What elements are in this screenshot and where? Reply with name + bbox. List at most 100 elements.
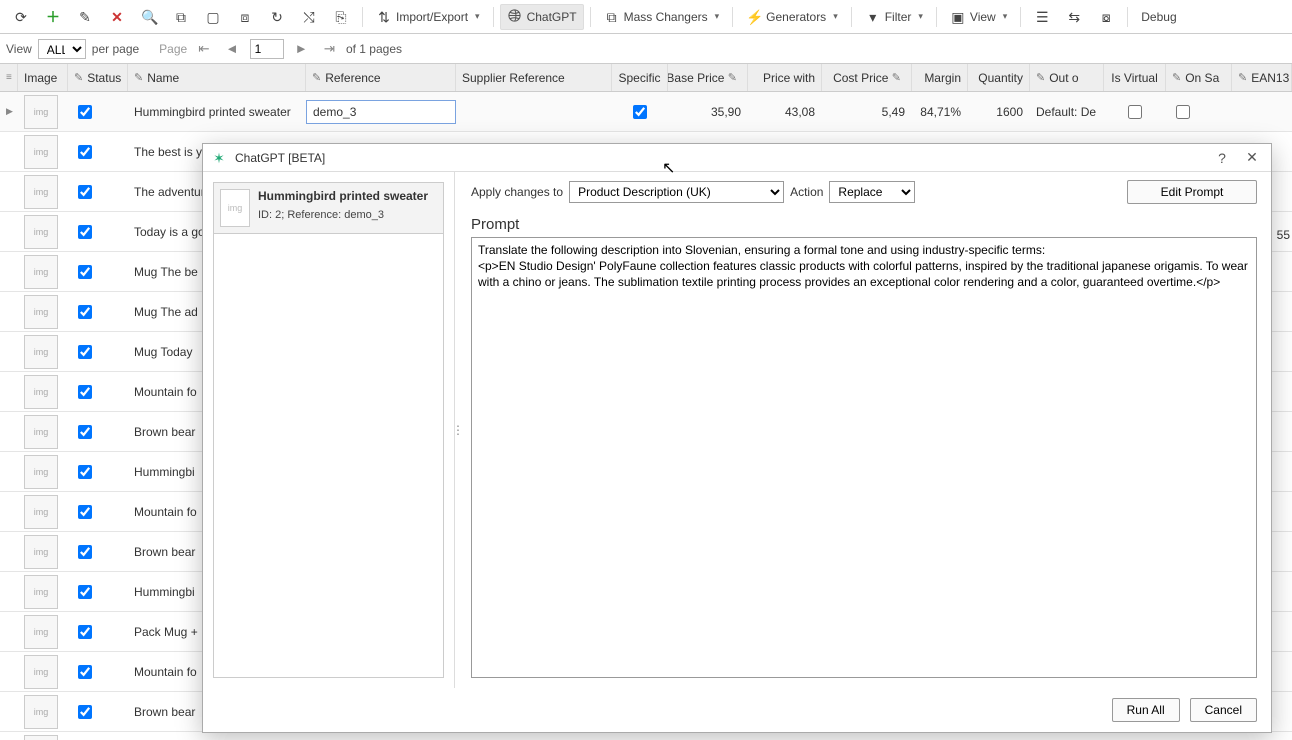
row-expand[interactable] xyxy=(0,172,18,211)
copy-button[interactable]: ⧉ xyxy=(166,4,196,30)
status-checkbox[interactable] xyxy=(78,385,92,399)
edit-prompt-button[interactable]: Edit Prompt xyxy=(1127,180,1257,204)
row-expand[interactable] xyxy=(0,132,18,171)
col-image[interactable]: Image xyxy=(18,64,68,91)
col-specific[interactable]: Specific xyxy=(612,64,668,91)
col-ean13[interactable]: ✎EAN13 xyxy=(1232,64,1292,91)
run-all-button[interactable]: Run All xyxy=(1112,698,1180,722)
row-expand[interactable] xyxy=(0,292,18,331)
row-expand[interactable] xyxy=(0,652,18,691)
row-expand[interactable] xyxy=(0,572,18,611)
cell-reference[interactable]: demo_3 xyxy=(306,100,456,124)
row-expand[interactable] xyxy=(0,532,18,571)
row-expand[interactable] xyxy=(0,332,18,371)
prompt-textarea[interactable] xyxy=(471,237,1257,678)
delete-button[interactable]: ✕ xyxy=(102,4,132,30)
status-checkbox[interactable] xyxy=(78,585,92,599)
mass-changers-menu[interactable]: ⧉ Mass Changers xyxy=(597,4,727,30)
layout1-button[interactable]: ☰ xyxy=(1027,4,1057,30)
status-checkbox[interactable] xyxy=(78,465,92,479)
cell-ean13[interactable] xyxy=(1232,92,1292,131)
layout2-button[interactable]: ⇆ xyxy=(1059,4,1089,30)
cell-supplier-reference[interactable] xyxy=(456,92,612,131)
page-size-select[interactable]: ALL xyxy=(38,39,86,59)
col-reference[interactable]: ✎Reference xyxy=(306,64,456,91)
action3-button[interactable]: ⎘ xyxy=(326,4,356,30)
cell-margin[interactable]: 84,71% xyxy=(912,92,968,131)
onsale-checkbox[interactable] xyxy=(1176,105,1190,119)
action1-button[interactable]: ↻ xyxy=(262,4,292,30)
row-expand[interactable]: ▶ xyxy=(0,92,18,131)
cell-image: img xyxy=(18,612,68,651)
status-checkbox[interactable] xyxy=(78,145,92,159)
cell-cost-price[interactable]: 5,49 xyxy=(822,92,912,131)
status-checkbox[interactable] xyxy=(78,105,92,119)
page-prev-button[interactable]: ◄ xyxy=(220,39,243,58)
status-checkbox[interactable] xyxy=(78,665,92,679)
modal-titlebar[interactable]: ✶ ChatGPT [BETA] ? ✕ xyxy=(203,144,1271,172)
layout3-button[interactable]: ⧇ xyxy=(1091,4,1121,30)
col-supplier-reference[interactable]: Supplier Reference xyxy=(456,64,612,91)
cell-out-of[interactable]: Default: De xyxy=(1030,92,1104,131)
filter-menu[interactable]: ▾ Filter xyxy=(858,4,930,30)
virtual-checkbox[interactable] xyxy=(1128,105,1142,119)
col-is-virtual[interactable]: Is Virtual xyxy=(1104,64,1166,91)
edit-button[interactable]: ✎ xyxy=(70,4,100,30)
status-checkbox[interactable] xyxy=(78,185,92,199)
col-out-of[interactable]: ✎Out o xyxy=(1030,64,1104,91)
page-last-button[interactable]: ⇥ xyxy=(319,39,340,59)
view-menu[interactable]: ▣ View xyxy=(943,4,1014,30)
col-name[interactable]: ✎Name xyxy=(128,64,306,91)
row-expand[interactable] xyxy=(0,412,18,451)
row-expand[interactable] xyxy=(0,452,18,491)
col-status[interactable]: ✎Status xyxy=(68,64,128,91)
action2-button[interactable]: ⤭ xyxy=(294,4,324,30)
row-expand[interactable] xyxy=(0,492,18,531)
col-expand[interactable]: ≡ xyxy=(0,64,18,91)
col-quantity[interactable]: Quantity xyxy=(968,64,1030,91)
col-base-price[interactable]: Base Price ✎ xyxy=(668,64,748,91)
status-checkbox[interactable] xyxy=(78,345,92,359)
cell-quantity[interactable]: 1600 xyxy=(968,92,1030,131)
debug-button[interactable]: Debug xyxy=(1134,4,1183,30)
col-margin[interactable]: Margin xyxy=(912,64,968,91)
import-export-menu[interactable]: ⇅ Import/Export xyxy=(369,4,487,30)
col-cost-price[interactable]: Cost Price ✎ xyxy=(822,64,912,91)
status-checkbox[interactable] xyxy=(78,705,92,719)
cell-base-price[interactable]: 35,90 xyxy=(668,92,748,131)
table-row[interactable]: ▶imgHummingbird printed sweaterdemo_335,… xyxy=(0,92,1292,132)
apply-changes-select[interactable]: Product Description (UK) xyxy=(569,181,784,203)
status-checkbox[interactable] xyxy=(78,425,92,439)
cell-price-with[interactable]: 43,08 xyxy=(748,92,822,131)
page-next-button[interactable]: ► xyxy=(290,39,313,58)
refresh-button[interactable]: ⟳ xyxy=(6,4,36,30)
generators-menu[interactable]: ⚡ Generators xyxy=(739,4,845,30)
row-expand[interactable] xyxy=(0,692,18,731)
row-expand[interactable] xyxy=(0,372,18,411)
status-checkbox[interactable] xyxy=(78,545,92,559)
status-checkbox[interactable] xyxy=(78,225,92,239)
specific-checkbox[interactable] xyxy=(633,105,647,119)
status-checkbox[interactable] xyxy=(78,265,92,279)
add-button[interactable]: ＋ xyxy=(38,4,68,30)
selected-product-item[interactable]: img Hummingbird printed sweater ID: 2; R… xyxy=(213,182,444,234)
help-button[interactable]: ? xyxy=(1211,150,1233,166)
close-button[interactable]: ✕ xyxy=(1241,149,1263,166)
col-on-sale[interactable]: ✎On Sa xyxy=(1166,64,1232,91)
row-expand[interactable] xyxy=(0,252,18,291)
cell-name[interactable]: Hummingbird printed sweater xyxy=(128,92,306,131)
status-checkbox[interactable] xyxy=(78,625,92,639)
col-price-with[interactable]: Price with xyxy=(748,64,822,91)
chatgpt-button[interactable]: ChatGPT xyxy=(500,4,584,30)
page-number-input[interactable] xyxy=(250,39,284,59)
cancel-button[interactable]: Cancel xyxy=(1190,698,1257,722)
page-first-button[interactable]: ⇤ xyxy=(193,39,214,59)
row-expand[interactable] xyxy=(0,212,18,251)
row-expand[interactable] xyxy=(0,612,18,651)
paste-special-button[interactable]: ⧈ xyxy=(230,4,260,30)
status-checkbox[interactable] xyxy=(78,505,92,519)
action-select[interactable]: Replace xyxy=(829,181,915,203)
paste-button[interactable]: ▢ xyxy=(198,4,228,30)
search-button[interactable]: 🔍 xyxy=(134,4,164,30)
status-checkbox[interactable] xyxy=(78,305,92,319)
